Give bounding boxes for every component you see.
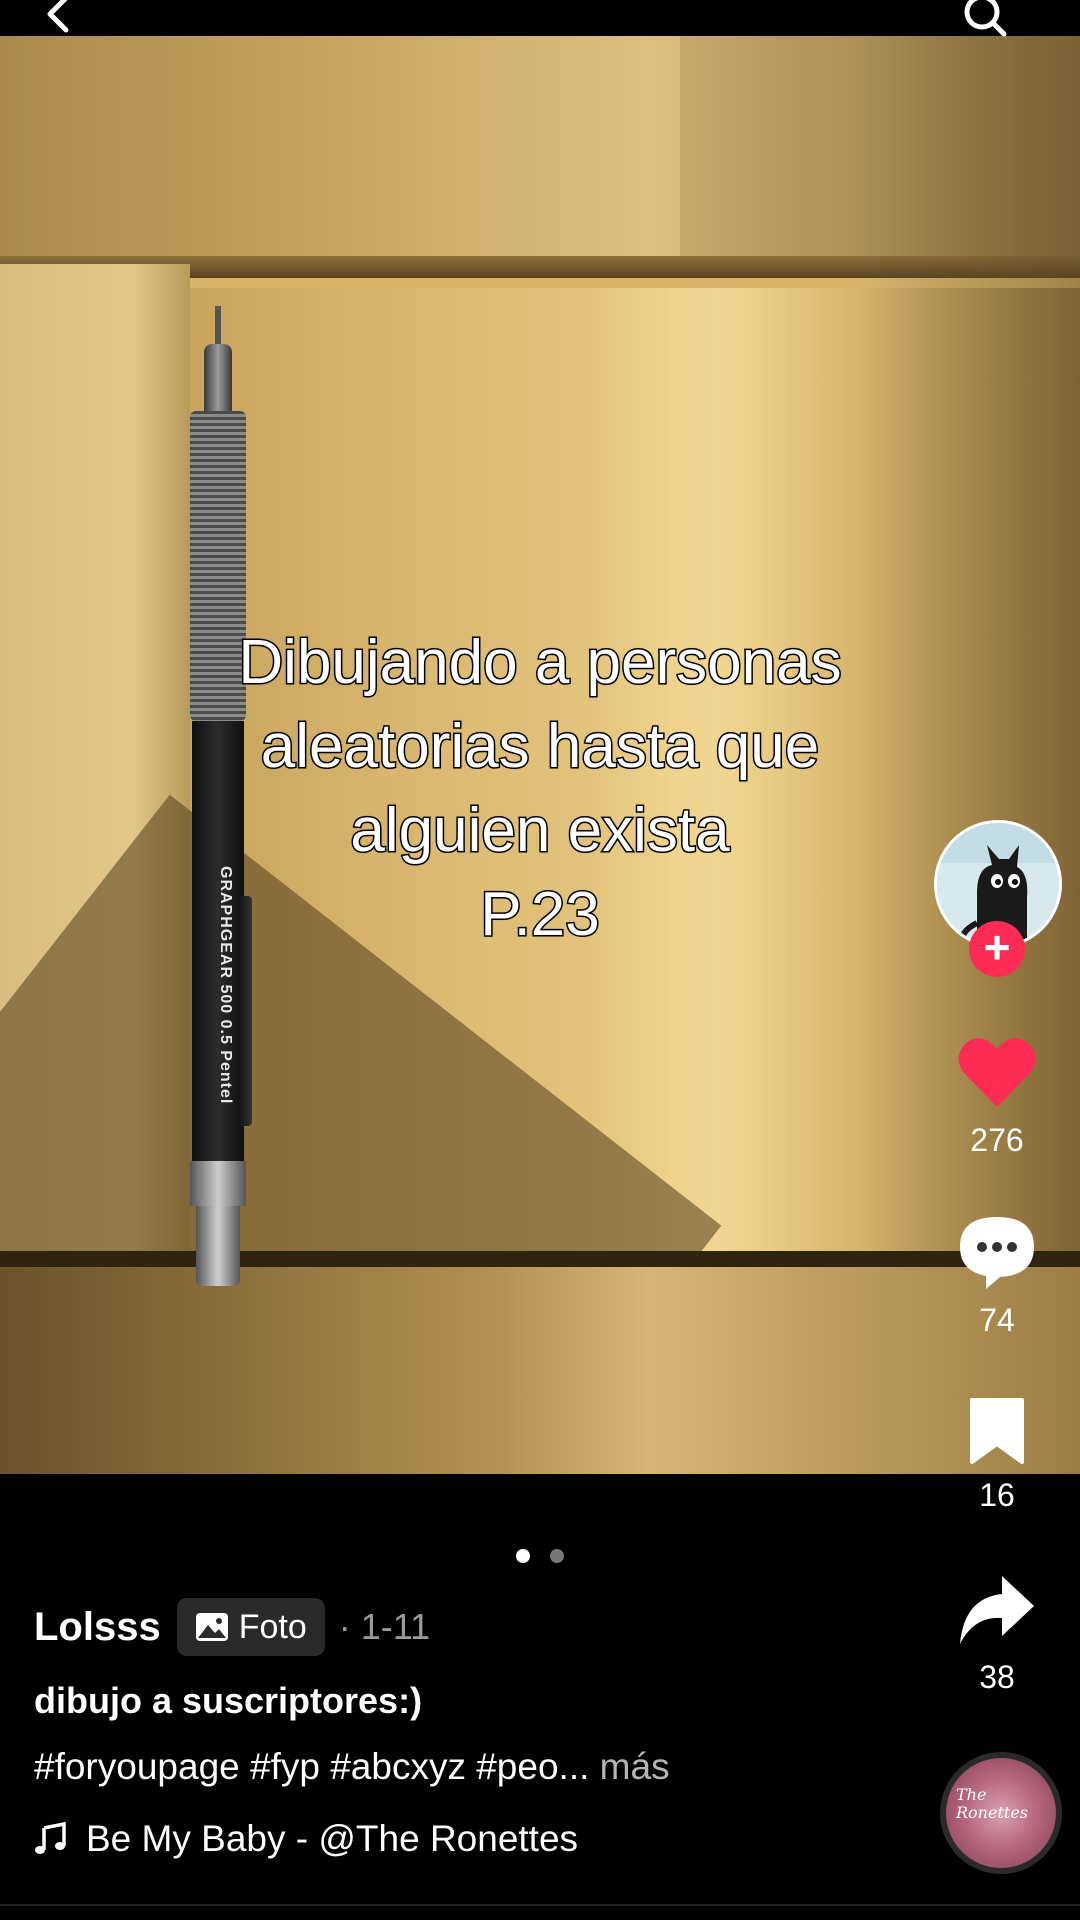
heart-icon: [958, 1038, 1036, 1107]
overlay-line: alguien exista: [349, 795, 731, 867]
author-row: Lolsss Foto · 1-11: [34, 1596, 430, 1658]
music-disc-label: The Ronettes: [956, 1785, 1028, 1822]
save-count: 16: [979, 1477, 1015, 1513]
music-disc[interactable]: The Ronettes: [940, 1752, 1062, 1874]
share-count: 38: [979, 1659, 1015, 1695]
more-link[interactable]: más: [600, 1746, 670, 1787]
overlay-line: aleatorias hasta que: [259, 711, 820, 783]
post-caption: dibujo a suscriptores:): [34, 1680, 423, 1721]
pagination-dot[interactable]: [550, 1549, 564, 1563]
pencil-cone: [204, 344, 232, 414]
music-note-icon: [35, 1822, 66, 1854]
photo-icon: [195, 1613, 228, 1641]
pencil-tip: [215, 306, 221, 346]
hashtags[interactable]: #foryoupage #fyp #abcxyz #peo... más: [34, 1746, 670, 1788]
pencil-ring: [190, 1161, 246, 1206]
comment-button[interactable]: 74: [950, 1213, 1044, 1339]
sound-title: Be My Baby - @The Ronettes: [86, 1818, 579, 1859]
pagination-dot-active[interactable]: [516, 1549, 530, 1563]
photo-badge-label: Foto: [238, 1607, 307, 1646]
share-button[interactable]: 38: [950, 1572, 1044, 1696]
comment-icon: [960, 1217, 1034, 1289]
post-date: · 1-11: [338, 1606, 431, 1647]
table-surface: [0, 1267, 1080, 1474]
bookmark-icon: [970, 1398, 1024, 1464]
author-name[interactable]: Lolsss: [34, 1605, 161, 1650]
post-photo[interactable]: GRAPHGEAR 500 0.5 Pentel Dibujando a per…: [0, 36, 1080, 1474]
back-icon[interactable]: [40, 0, 80, 34]
search-icon[interactable]: [960, 0, 1010, 42]
save-button[interactable]: 16: [950, 1396, 1044, 1514]
follow-button[interactable]: +: [969, 921, 1025, 977]
comment-count: 74: [979, 1302, 1015, 1338]
book-bottom-edge: [0, 1251, 1080, 1267]
share-icon: [960, 1576, 1034, 1644]
hashtag-list[interactable]: #foryoupage #fyp #abcxyz #peo...: [34, 1746, 589, 1787]
overlay-line: Dibujando a personas: [237, 627, 843, 699]
sound-link[interactable]: Be My Baby - @The Ronettes: [34, 1818, 578, 1860]
photo-badge: Foto: [176, 1598, 325, 1656]
like-count: 276: [970, 1122, 1024, 1158]
overlay-caption: Dibujando a personas aleatorias hasta qu…: [90, 621, 990, 957]
like-button[interactable]: 276: [950, 1035, 1044, 1159]
top-bar: [0, 0, 1080, 37]
pencil-cap: [196, 1206, 240, 1286]
overlay-line: P.23: [479, 879, 602, 951]
divider: [0, 1904, 1080, 1906]
